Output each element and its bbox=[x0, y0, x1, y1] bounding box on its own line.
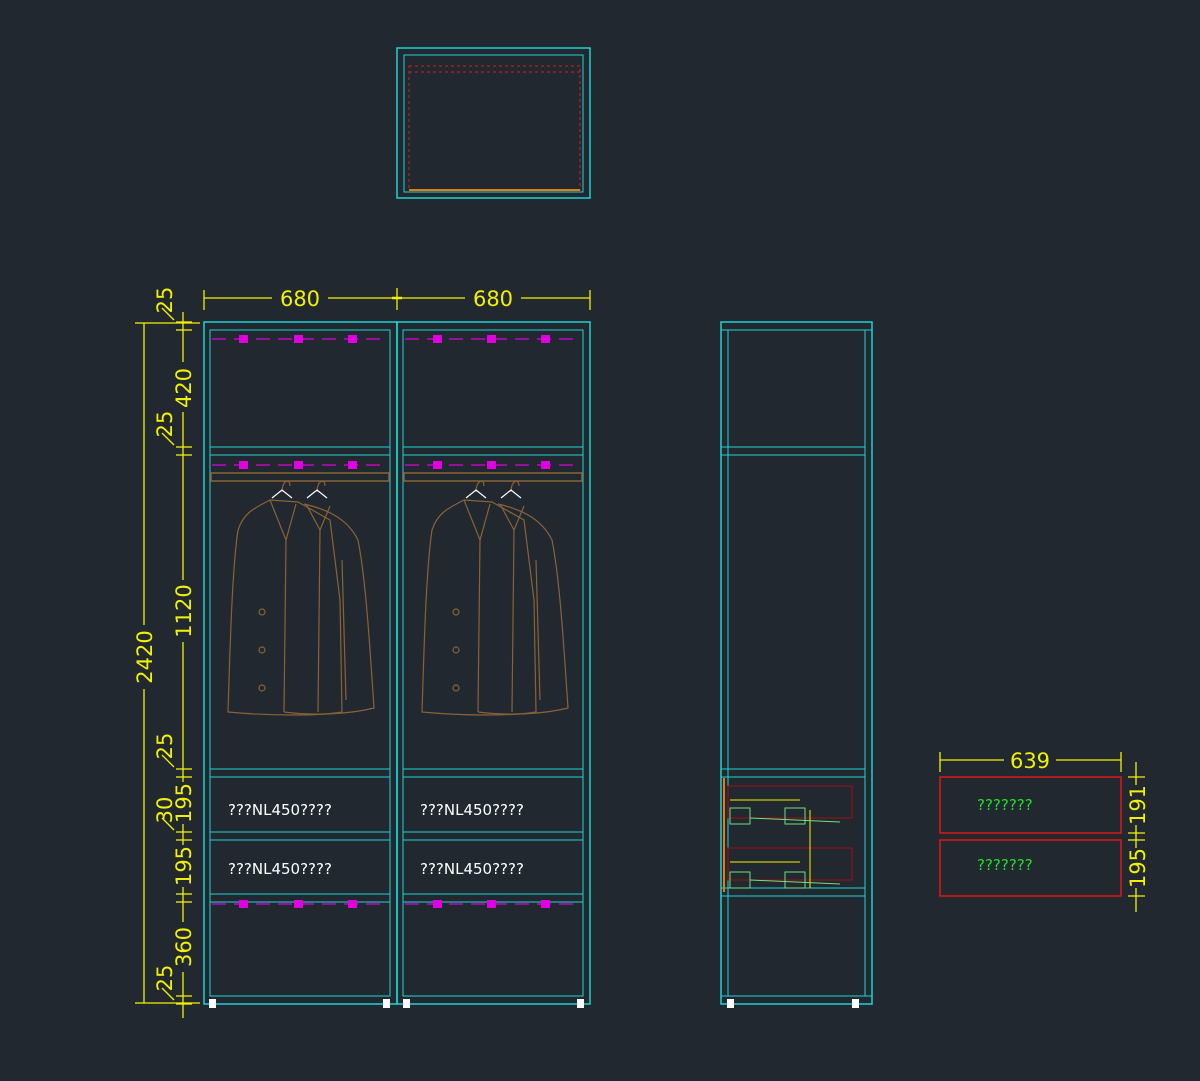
rail-marker bbox=[433, 900, 442, 908]
drawer-width-label: 639 bbox=[1010, 749, 1050, 773]
foot bbox=[727, 999, 734, 1008]
height-dim-label: 1120 bbox=[172, 584, 196, 637]
drawer-height-dimension bbox=[1128, 762, 1145, 912]
clothes-icon bbox=[227, 480, 375, 716]
rail-marker bbox=[487, 335, 496, 343]
height-dim-label: 195 bbox=[172, 846, 196, 886]
plan-inner-outline bbox=[403, 54, 584, 193]
side-outer-frame bbox=[720, 321, 873, 1005]
overall-height-label: 2420 bbox=[133, 630, 157, 683]
width-dim-label: 680 bbox=[473, 287, 513, 311]
top-plan-view bbox=[396, 47, 591, 199]
drawer-height-label: 195 bbox=[1126, 848, 1150, 888]
height-dim-label: 25 bbox=[153, 287, 177, 314]
rail-marker bbox=[433, 461, 442, 469]
rail-marker bbox=[487, 900, 496, 908]
width-dimension bbox=[203, 288, 591, 310]
height-dim-label: 25 bbox=[153, 965, 177, 992]
plan-outer-outline bbox=[396, 47, 591, 199]
drawer-label: ???NL450???? bbox=[420, 801, 524, 819]
side-elevation bbox=[720, 321, 873, 1008]
plan-hidden-outline bbox=[408, 65, 581, 191]
rail-marker bbox=[487, 461, 496, 469]
rail-marker bbox=[239, 900, 248, 908]
rail-marker bbox=[541, 335, 550, 343]
rail-marker bbox=[239, 461, 248, 469]
drawer-label: ???NL450???? bbox=[228, 860, 332, 878]
foot bbox=[383, 999, 390, 1008]
rail-marker bbox=[348, 461, 357, 469]
rail-marker bbox=[294, 335, 303, 343]
drawer-detail-label: ??????? bbox=[977, 796, 1033, 814]
hanging-rod bbox=[403, 472, 583, 482]
side-drawer-assembly bbox=[723, 778, 853, 892]
foot bbox=[403, 999, 410, 1008]
height-dim-label: 25 bbox=[153, 733, 177, 760]
drawer-detail-label: ??????? bbox=[977, 856, 1033, 874]
cabinet-unit-right: ???NL450???? ???NL450???? bbox=[396, 321, 591, 1008]
rail-marker bbox=[239, 335, 248, 343]
rail-marker bbox=[348, 335, 357, 343]
height-dim-label: 360 bbox=[172, 927, 196, 967]
rail-marker bbox=[541, 900, 550, 908]
foot bbox=[852, 999, 859, 1008]
drawer-height-label: 191 bbox=[1126, 785, 1150, 825]
rail-marker bbox=[294, 900, 303, 908]
rail-marker bbox=[294, 461, 303, 469]
unit-inner-frame bbox=[402, 329, 584, 997]
foot bbox=[209, 999, 216, 1008]
rail-marker bbox=[348, 900, 357, 908]
width-dim-label: 680 bbox=[280, 287, 320, 311]
cad-drawing: ???NL450???? ???NL450???? ???NL450???? ?… bbox=[132, 47, 1150, 1018]
unit-inner-frame bbox=[209, 329, 391, 997]
drawer-detail: ??????? ??????? 639 191 195 bbox=[939, 749, 1150, 912]
height-dim-label: 30 bbox=[153, 797, 177, 824]
rail-marker bbox=[433, 335, 442, 343]
drawer-label: ???NL450???? bbox=[228, 801, 332, 819]
rail-marker bbox=[541, 461, 550, 469]
clothes-icon bbox=[421, 480, 569, 716]
foot bbox=[577, 999, 584, 1008]
height-dim-label: 25 bbox=[153, 411, 177, 438]
hanging-rod bbox=[210, 472, 390, 482]
cabinet-unit-left: ???NL450???? ???NL450???? bbox=[203, 321, 398, 1008]
front-elevation: ???NL450???? ???NL450???? ???NL450???? ?… bbox=[132, 287, 591, 1018]
height-dim-label: 420 bbox=[172, 368, 196, 408]
drawer-label: ???NL450???? bbox=[420, 860, 524, 878]
